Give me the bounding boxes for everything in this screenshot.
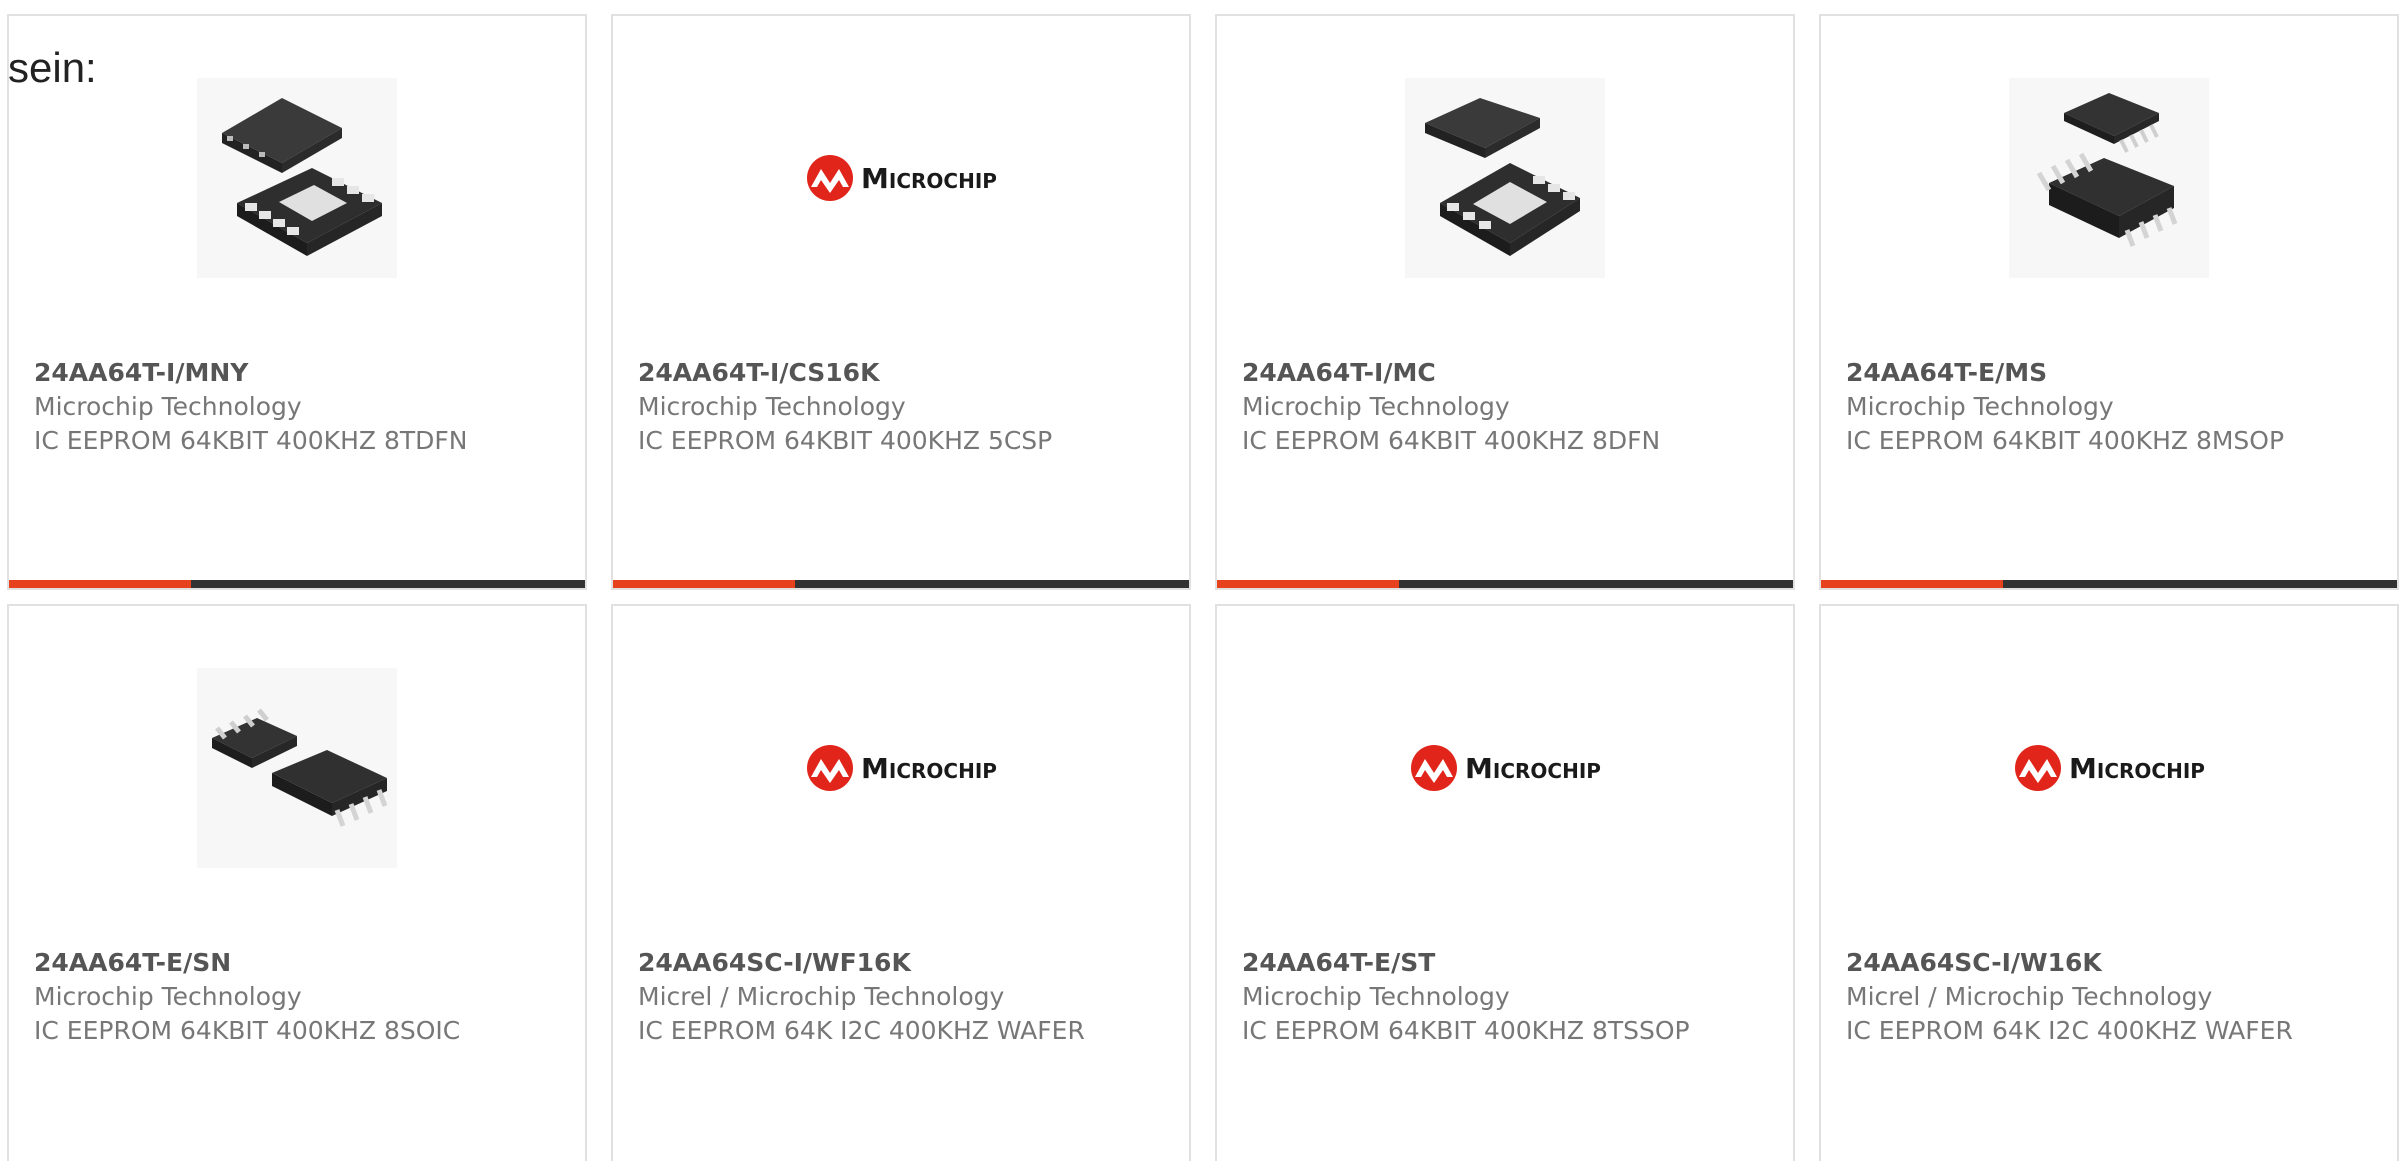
product-info: 24AA64T-I/MC Microchip Technology IC EEP… xyxy=(1242,356,1782,458)
product-card[interactable]: Microchip 24AA64T-I/CS16K Microchip Tech… xyxy=(611,14,1191,590)
microchip-logo-icon xyxy=(2015,745,2062,791)
manufacturer: Microchip Technology xyxy=(638,392,906,421)
product-info: 24AA64SC-I/WF16K Micrel / Microchip Tech… xyxy=(638,946,1178,1048)
part-number[interactable]: 24AA64T-E/MS xyxy=(1846,356,2386,390)
product-info: 24AA64T-I/MNY Microchip Technology IC EE… xyxy=(34,356,574,458)
product-card[interactable]: 24AA64T-E/SN Microchip Technology IC EEP… xyxy=(7,604,587,1161)
part-number[interactable]: 24AA64T-I/CS16K xyxy=(638,356,1178,390)
microchip-logo-icon xyxy=(807,745,854,791)
description: IC EEPROM 64K I2C 400KHZ WAFER xyxy=(638,1016,1085,1045)
product-image[interactable] xyxy=(1217,78,1793,278)
product-card[interactable]: Microchip 24AA64SC-I/WF16K Micrel / Micr… xyxy=(611,604,1191,1161)
description: IC EEPROM 64KBIT 400KHZ 8TDFN xyxy=(34,426,468,455)
accent-segment xyxy=(613,580,795,588)
manufacturer: Microchip Technology xyxy=(1846,392,2114,421)
product-info: 24AA64T-E/ST Microchip Technology IC EEP… xyxy=(1242,946,1782,1048)
part-number[interactable]: 24AA64T-I/MNY xyxy=(34,356,574,390)
part-number[interactable]: 24AA64T-E/SN xyxy=(34,946,574,980)
product-card[interactable]: 24AA64T-I/MC Microchip Technology IC EEP… xyxy=(1215,14,1795,590)
microchip-logo-text: Microchip xyxy=(2069,751,2205,785)
microchip-logo: Microchip xyxy=(805,153,997,203)
microchip-logo-icon xyxy=(1411,745,1458,791)
product-card[interactable]: Microchip 24AA64SC-I/W16K Micrel / Micro… xyxy=(1819,604,2399,1161)
description: IC EEPROM 64KBIT 400KHZ 8SOIC xyxy=(34,1016,461,1045)
manufacturer: Microchip Technology xyxy=(1242,392,1510,421)
part-number[interactable]: 24AA64T-I/MC xyxy=(1242,356,1782,390)
part-number[interactable]: 24AA64SC-I/W16K xyxy=(1846,946,2386,980)
tdfn-chip-photo xyxy=(197,78,397,278)
product-grid: 24AA64T-I/MNY Microchip Technology IC EE… xyxy=(7,14,2399,1161)
msop-chip-photo xyxy=(2009,78,2209,278)
product-image[interactable]: Microchip xyxy=(613,78,1189,278)
description: IC EEPROM 64KBIT 400KHZ 8TSSOP xyxy=(1242,1016,1690,1045)
product-info: 24AA64T-E/MS Microchip Technology IC EEP… xyxy=(1846,356,2386,458)
description: IC EEPROM 64KBIT 400KHZ 5CSP xyxy=(638,426,1053,455)
manufacturer: Microchip Technology xyxy=(1242,982,1510,1011)
product-info: 24AA64T-E/SN Microchip Technology IC EEP… xyxy=(34,946,574,1048)
microchip-logo-text: Microchip xyxy=(1465,751,1601,785)
product-image[interactable] xyxy=(9,668,585,868)
card-accent-bar xyxy=(613,580,1189,588)
product-image[interactable] xyxy=(9,78,585,278)
part-number[interactable]: 24AA64T-E/ST xyxy=(1242,946,1782,980)
accent-segment xyxy=(9,580,191,588)
product-image[interactable]: Microchip xyxy=(1217,668,1793,868)
microchip-logo-icon xyxy=(807,155,854,201)
intro-text: sein: xyxy=(8,44,97,91)
microchip-logo-text: Microchip xyxy=(861,751,997,785)
product-info: 24AA64SC-I/W16K Micrel / Microchip Techn… xyxy=(1846,946,2386,1048)
product-card[interactable]: 24AA64T-I/MNY Microchip Technology IC EE… xyxy=(7,14,587,590)
microchip-logo: Microchip xyxy=(805,743,997,793)
page: sein: 24AA64T-I/MNY Microchip Technology… xyxy=(0,0,2400,1161)
manufacturer: Microchip Technology xyxy=(34,982,302,1011)
accent-segment xyxy=(1217,580,1399,588)
manufacturer: Micrel / Microchip Technology xyxy=(638,982,1005,1011)
card-accent-bar xyxy=(1217,580,1793,588)
manufacturer: Microchip Technology xyxy=(34,392,302,421)
microchip-logo: Microchip xyxy=(1409,743,1601,793)
description: IC EEPROM 64KBIT 400KHZ 8DFN xyxy=(1242,426,1661,455)
manufacturer: Micrel / Microchip Technology xyxy=(1846,982,2213,1011)
soic-chip-photo xyxy=(197,668,397,868)
product-info: 24AA64T-I/CS16K Microchip Technology IC … xyxy=(638,356,1178,458)
product-card[interactable]: 24AA64T-E/MS Microchip Technology IC EEP… xyxy=(1819,14,2399,590)
description: IC EEPROM 64KBIT 400KHZ 8MSOP xyxy=(1846,426,2285,455)
product-image[interactable] xyxy=(1821,78,2397,278)
description: IC EEPROM 64K I2C 400KHZ WAFER xyxy=(1846,1016,2293,1045)
microchip-logo-text: Microchip xyxy=(861,161,997,195)
dfn-chip-photo xyxy=(1405,78,1605,278)
card-accent-bar xyxy=(1821,580,2397,588)
accent-segment xyxy=(1821,580,2003,588)
product-card[interactable]: Microchip 24AA64T-E/ST Microchip Technol… xyxy=(1215,604,1795,1161)
card-accent-bar xyxy=(9,580,585,588)
product-image[interactable]: Microchip xyxy=(1821,668,2397,868)
product-image[interactable]: Microchip xyxy=(613,668,1189,868)
part-number[interactable]: 24AA64SC-I/WF16K xyxy=(638,946,1178,980)
microchip-logo: Microchip xyxy=(2013,743,2205,793)
